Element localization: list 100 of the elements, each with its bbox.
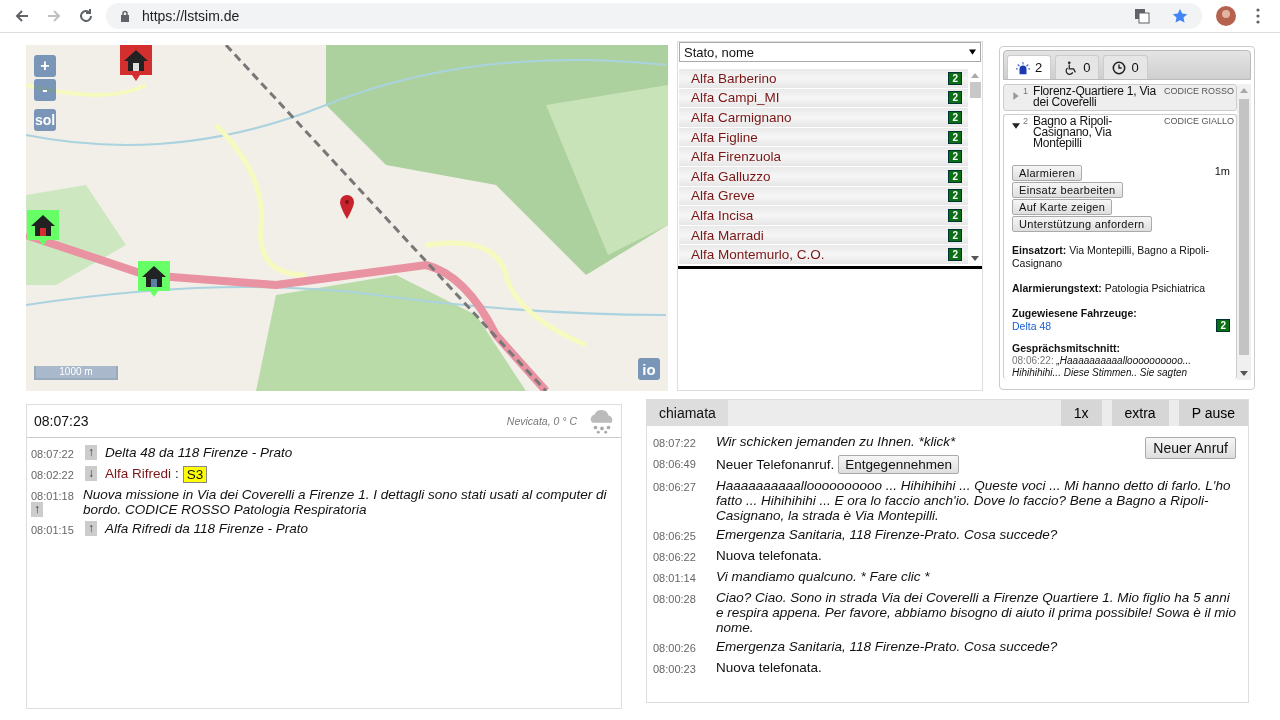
mission-tab[interactable]: 0	[1055, 55, 1100, 79]
call-time: 08:00:23	[653, 662, 697, 677]
call-text: Vi mandiamo qualcuno. * Fare clic *	[716, 569, 930, 584]
vehicle-item[interactable]: Alfa Incisa 2	[679, 206, 968, 226]
call-time: 08:06:22	[653, 550, 697, 565]
call-text: Ciao? Ciao. Sono in strada Via dei Coverelli a Firenze Quartiere 1. Mio figlio ha 5 anni e respira appena. Per favore, abbiamo bisogno di aiuto il prima possibile! Sowa è il mio nome.	[716, 590, 1237, 635]
direction-marker: ↑	[31, 502, 43, 517]
call-text: Haaaaaaaaaalloooooooooo ... Hihihihihi ... Queste voci ... Mi hanno detto di farlo. L'ho fatto ... Hihihihihi ... E ora lo faccio anch'io. Dove lo faccio? Bene a Bagno a Ripoli-Casignano, la strada è Via Montepilli.	[716, 478, 1231, 523]
direction-marker: ↑	[85, 445, 97, 460]
log-time: 08:01:18	[31, 489, 75, 504]
status-badge: 2	[948, 150, 962, 164]
vehicle-name: Alfa Rifredi	[105, 466, 172, 481]
call-text: Emergenza Sanitaria, 118 Firenze-Prato. Cosa succede?	[716, 639, 1058, 654]
clock-icon	[1112, 60, 1127, 75]
log-time: 08:07:22	[31, 447, 75, 462]
call-text: Wir schicken jemanden zu Ihnen. *klick*	[716, 434, 956, 449]
expand-icon	[1012, 92, 1020, 100]
vehicle-item[interactable]: Alfa Firenzuola 2	[679, 147, 968, 167]
call-time: 08:01:14	[653, 571, 697, 586]
wheelchair-icon	[1064, 60, 1079, 75]
house-marker-icon[interactable]	[138, 261, 170, 297]
scroll-down-icon[interactable]	[1240, 371, 1248, 376]
speed-control[interactable]: P ause	[1178, 400, 1248, 426]
mission-header[interactable]: 1 Florenz-Quartiere 1, Via dei Coverelli CODICE ROSSO	[1004, 85, 1236, 110]
weather-text: Nevicata, 0 ° C	[506, 415, 577, 427]
mission-detail: Einsatzort: Via Montepilli, Bagno a Ripoli-Casignano	[1012, 244, 1211, 270]
call-time: 08:06:49	[653, 457, 697, 472]
mission-tab[interactable]: 2	[1007, 55, 1052, 79]
status-badge: 2	[948, 189, 962, 203]
vehicle-item[interactable]: Alfa Montemurlo, C.O. 2	[679, 245, 968, 265]
mission-action-button[interactable]: Auf Karte zeigen	[1012, 199, 1113, 215]
speed-control[interactable]: 1x	[1060, 400, 1102, 426]
section-label: Gesprächsmitschnitt:	[1012, 342, 1121, 354]
reload-icon[interactable]	[78, 8, 94, 24]
back-icon[interactable]	[14, 8, 30, 24]
scrollbar[interactable]	[1237, 84, 1251, 380]
status-badge: 2	[948, 130, 962, 144]
collapse-icon	[1012, 122, 1020, 130]
log-time: 08:01:15	[31, 523, 75, 538]
sort-dropdown[interactable]: Stato, nome	[679, 42, 981, 62]
call-time: 08:06:27	[653, 480, 697, 495]
caret-icon	[969, 49, 976, 55]
separator-text: :	[175, 466, 179, 481]
mission-age: 1m	[1214, 165, 1230, 177]
call-text: Neuer Telefonanruf.	[716, 457, 835, 472]
panel-title: chiamata	[647, 400, 728, 426]
call-time: 08:00:26	[653, 641, 697, 656]
log-time: 08:02:22	[31, 468, 75, 483]
vehicle-item[interactable]: Alfa Barberino 2	[679, 69, 968, 89]
status-badge: 2	[948, 111, 962, 124]
map-pin-icon[interactable]	[340, 195, 354, 219]
vehicle-item[interactable]: Alfa Galluzzo 2	[679, 166, 968, 187]
status-badge: 2	[948, 71, 962, 85]
status-badge: 2	[948, 91, 962, 105]
menu-icon[interactable]	[1256, 8, 1260, 24]
direction-marker: ↑	[85, 521, 97, 536]
call-time: 08:07:22	[653, 436, 697, 451]
avatar-icon[interactable]	[1216, 6, 1236, 26]
log-message: Alfa Rifredi da 118 Firenze - Prato	[105, 521, 309, 536]
call-time: 08:06:25	[653, 529, 697, 544]
transcript-text: 08:06:22: „Haaaaaaaaaalloooooooooo... Hihihihihi... Diese Stimmen.. Sie sagten	[1012, 355, 1193, 379]
direction-marker: ↓	[85, 466, 97, 481]
mission-detail: Alarmierungstext: Patologia Psichiatrica	[1012, 282, 1207, 295]
map-scale: 1000 m	[34, 366, 118, 380]
section-label: Zugewiesene Fahrzeuge:	[1012, 307, 1138, 319]
speed-control[interactable]: extra	[1111, 400, 1169, 426]
alarm-button[interactable]: Alarmieren	[1012, 165, 1083, 181]
log-message: Delta 48 da 118 Firenze - Prato	[105, 445, 293, 460]
house-marker-icon[interactable]	[27, 210, 59, 246]
call-text: Emergenza Sanitaria, 118 Firenze-Prato. Cosa succede?	[716, 527, 1058, 542]
status-badge: 2	[948, 248, 962, 262]
status-badge: S3	[182, 466, 208, 483]
scroll-down-icon[interactable]	[971, 255, 979, 261]
new-call-button[interactable]: Neuer Anruf	[1145, 437, 1236, 459]
vehicle-item[interactable]: Alfa Marradi 2	[679, 225, 968, 246]
vehicle-item[interactable]: Alfa Campi_MI 2	[679, 88, 968, 109]
mission-header[interactable]: 2 Bagno a Ripoli-Casignano, Via Montepilli CODICE GIALLO	[1004, 115, 1236, 151]
mission-tab[interactable]: 0	[1103, 55, 1148, 79]
vehicle-item[interactable]: Alfa Carmignano 2	[679, 108, 968, 128]
vehicle-link[interactable]: Delta 48	[1012, 319, 1052, 332]
clock: 08:07:23	[34, 413, 90, 429]
status-badge: 2	[1216, 319, 1230, 332]
status-badge: 2	[948, 228, 962, 242]
scrollbar-thumb[interactable]	[969, 82, 981, 98]
status-badge: 2	[948, 208, 962, 222]
siren-icon	[1016, 60, 1030, 75]
star-icon[interactable]	[1172, 8, 1188, 24]
status-badge: 2	[948, 169, 962, 183]
call-text: Nuova telefonata.	[716, 548, 822, 563]
accept-button[interactable]: Entgegennehmen	[838, 455, 959, 474]
log-message: Nuova missione in Via dei Coverelli a Firenze 1. I dettagli sono stati usati al computer di bordo. CODICE ROSSO Patologia Respiratoria	[83, 487, 608, 517]
mission-action-button[interactable]: Einsatz bearbeiten	[1012, 182, 1123, 198]
vehicle-item[interactable]: Alfa Figline 2	[679, 127, 968, 148]
address-bar[interactable]: https://lstsim.de	[106, 3, 1202, 29]
lock-icon	[120, 10, 130, 22]
mission-action-button[interactable]: Unterstützung anfordern	[1012, 216, 1152, 232]
call-text: Nuova telefonata.	[716, 660, 822, 675]
house-marker-icon[interactable]	[120, 45, 152, 81]
vehicle-item[interactable]: Alfa Greve 2	[679, 186, 968, 207]
call-time: 08:00:28	[653, 592, 697, 607]
